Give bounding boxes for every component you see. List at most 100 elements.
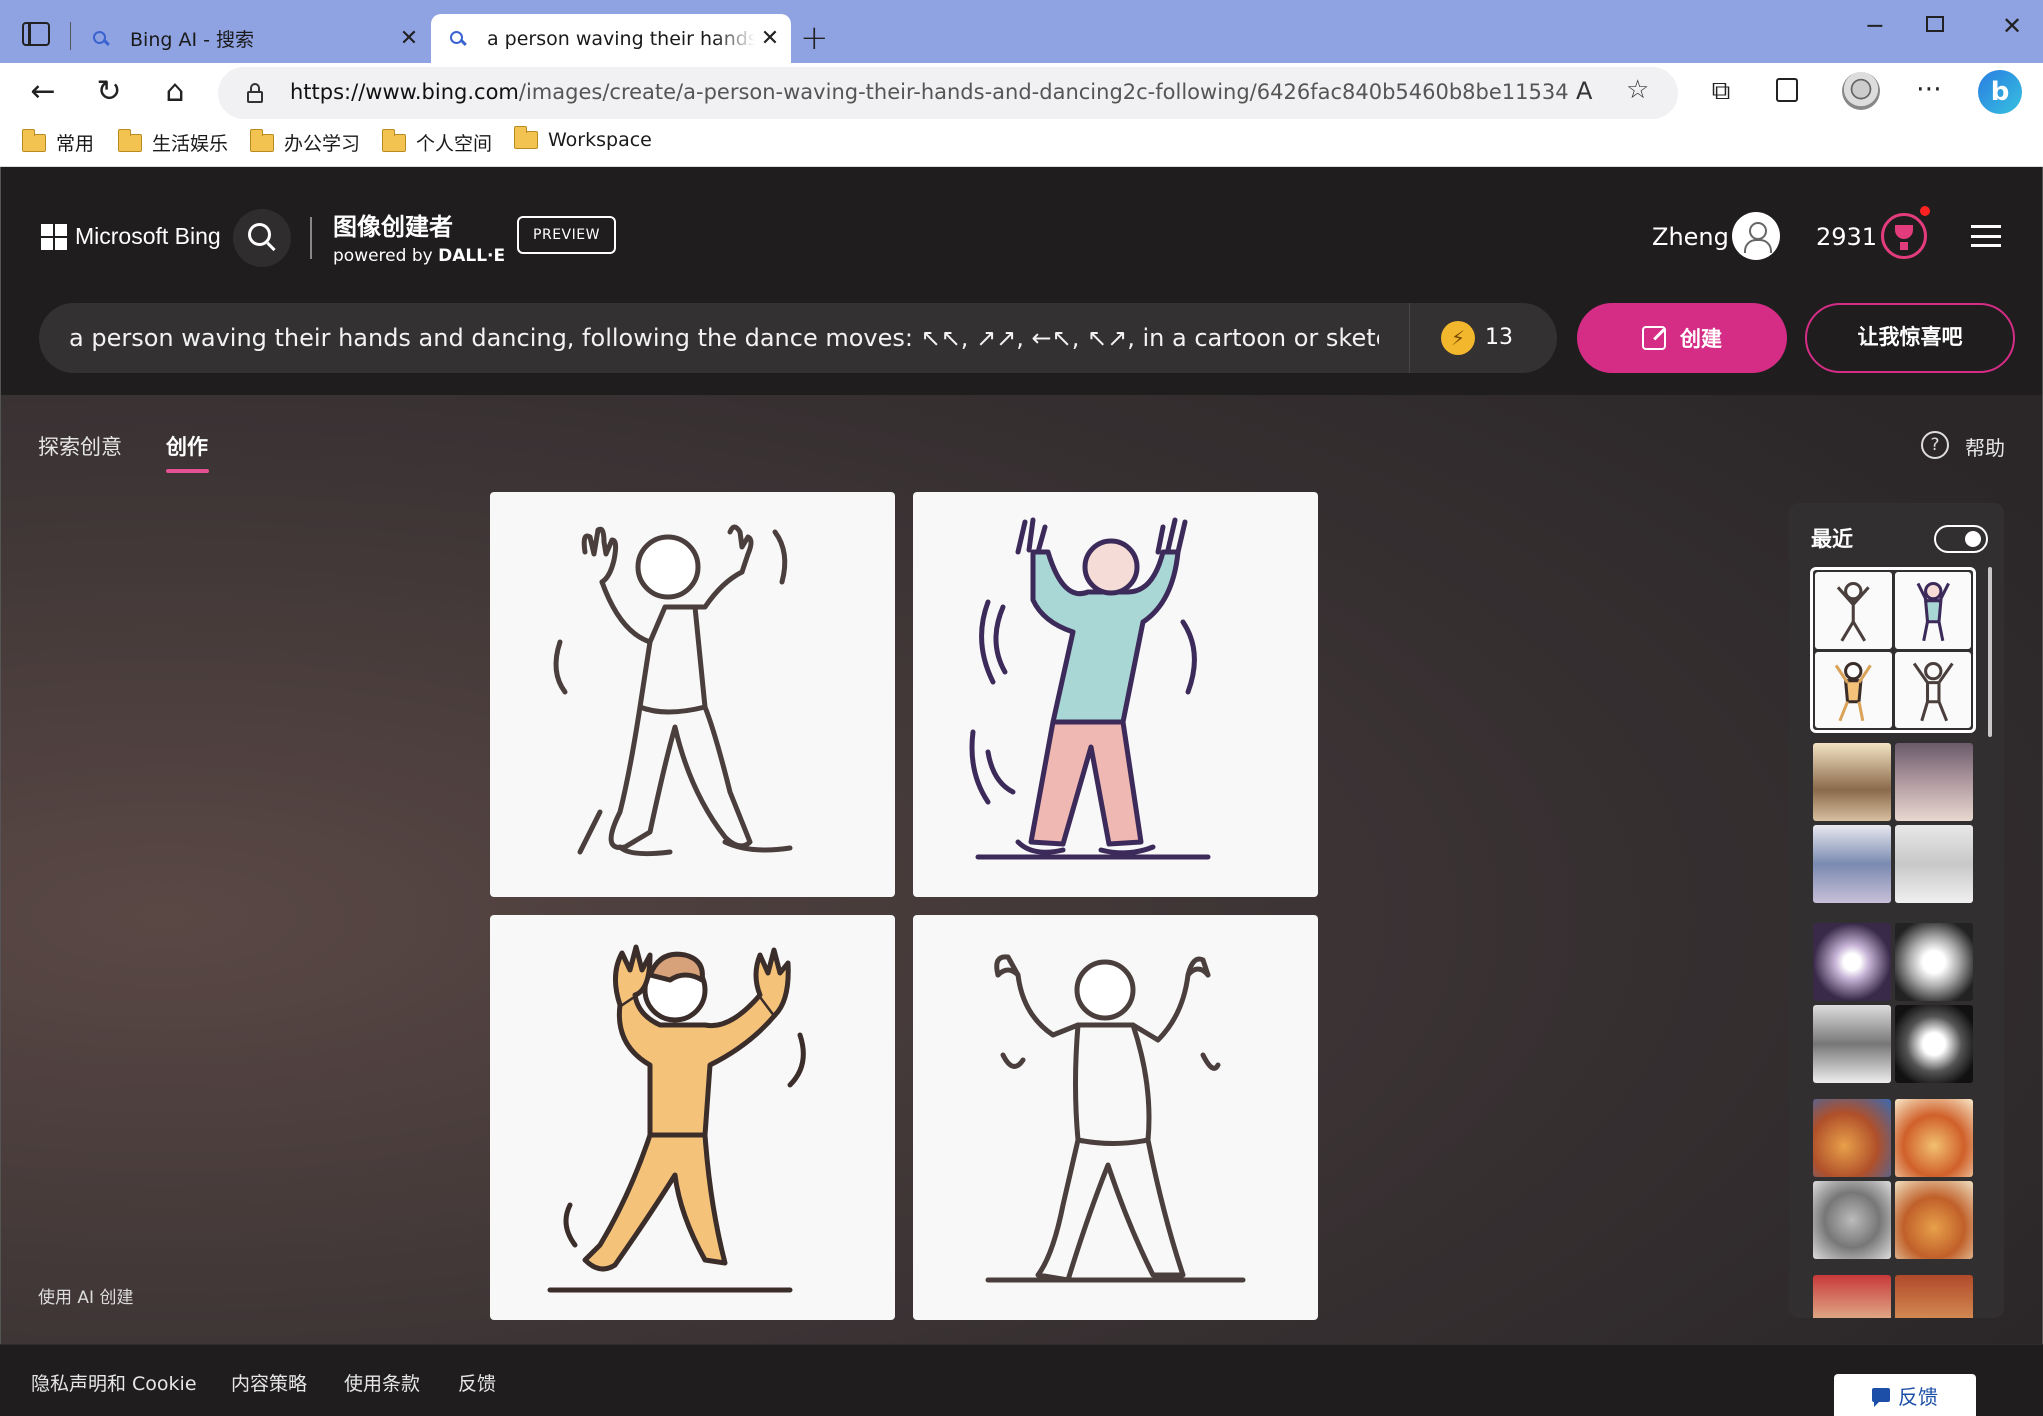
feedback-button[interactable]: 反馈	[1834, 1374, 1976, 1416]
recent-set-thanksgiving[interactable]	[1813, 1099, 1973, 1259]
folder-icon	[249, 128, 274, 152]
recent-title: 最近	[1811, 527, 1853, 551]
surprise-me-button[interactable]: 让我惊喜吧	[1805, 303, 2015, 373]
boost-lightning-icon: ⚡	[1441, 321, 1475, 355]
puzzle-icon[interactable]: ⧉	[1704, 76, 1738, 107]
reload-icon[interactable]: ↻	[91, 74, 127, 110]
boost-count: 13	[1485, 325, 1513, 350]
new-tab-button[interactable]: +	[800, 18, 829, 58]
recent-scrollbar[interactable]	[1988, 567, 1992, 737]
recent-toggle[interactable]	[1934, 525, 1988, 553]
tab-separator	[70, 22, 71, 50]
recent-thumb[interactable]	[1815, 651, 1892, 728]
feedback-link[interactable]: 反馈	[458, 1369, 496, 1396]
browser-tab-bar: Bing AI - 搜索 ✕ a person waving their han…	[0, 0, 2043, 63]
user-name[interactable]: Zheng	[1652, 223, 1729, 251]
bookmarks-bar: 常用 生活娱乐 办公学习 个人空间 Workspace	[0, 121, 2043, 167]
generated-image-1[interactable]	[490, 492, 895, 897]
split-screen-icon[interactable]	[1776, 78, 1798, 102]
recent-set-partial[interactable]	[1813, 1275, 1973, 1318]
generated-image-4[interactable]	[913, 915, 1318, 1320]
tab-actions-icon[interactable]	[22, 22, 50, 46]
help-icon[interactable]: ?	[1921, 431, 1949, 459]
recent-set-party[interactable]	[1813, 743, 1973, 903]
close-icon[interactable]: ✕	[394, 26, 424, 51]
product-subtitle: powered by DALL·E	[333, 246, 506, 266]
more-icon[interactable]: ⋯	[1912, 74, 1946, 104]
dancer-orange	[547, 944, 806, 1293]
lock-icon[interactable]	[246, 83, 264, 103]
rewards-points[interactable]: 2931	[1816, 223, 1877, 251]
recent-thumb[interactable]	[1813, 743, 1891, 821]
maximize-icon[interactable]	[1926, 16, 1944, 32]
generated-image-3[interactable]	[490, 915, 895, 1320]
user-avatar-icon[interactable]	[1732, 212, 1780, 260]
create-button[interactable]: 创建	[1577, 303, 1787, 373]
trophy-icon[interactable]	[1881, 213, 1927, 259]
privacy-link[interactable]: 隐私声明和 Cookie	[31, 1369, 197, 1396]
bookmark-folder[interactable]: 常用	[21, 128, 94, 156]
close-icon[interactable]: ✕	[755, 26, 785, 51]
tab-title: a person waving their hands and dancing,…	[487, 27, 755, 50]
prompt-divider	[1409, 303, 1410, 373]
bookmark-folder[interactable]: 个人空间	[381, 128, 492, 156]
prompt-box[interactable]: a person waving their hands and dancing,…	[39, 303, 1557, 373]
recent-thumb[interactable]	[1813, 1005, 1891, 1083]
tab-create[interactable]: 创作	[166, 431, 208, 461]
recent-thumb[interactable]	[1895, 1005, 1973, 1083]
recent-thumb[interactable]	[1815, 572, 1892, 649]
hamburger-menu-icon[interactable]	[1971, 225, 2001, 247]
recent-set-dancing[interactable]	[1810, 567, 1976, 733]
prompt-input[interactable]: a person waving their hands and dancing,…	[69, 324, 1379, 352]
home-icon[interactable]: ⌂	[157, 74, 193, 110]
recent-thumb[interactable]	[1894, 651, 1971, 728]
search-icon	[90, 28, 112, 50]
tab-bing-ai[interactable]: Bing AI - 搜索 ✕	[80, 14, 430, 63]
help-link[interactable]: 帮助	[1965, 432, 2005, 461]
recent-thumb[interactable]	[1895, 743, 1973, 821]
read-aloud-icon[interactable]: A	[1576, 77, 1592, 105]
address-bar[interactable]: https://www.bing.com/images/create/a-per…	[218, 67, 1678, 119]
recent-thumb[interactable]	[1895, 1275, 1973, 1318]
bookmark-folder[interactable]: 生活娱乐	[117, 128, 228, 156]
recent-thumb[interactable]	[1894, 572, 1971, 649]
tab-image-creator[interactable]: a person waving their hands and dancing,…	[431, 14, 791, 63]
terms-link[interactable]: 使用条款	[344, 1369, 420, 1396]
recent-thumb[interactable]	[1895, 1099, 1973, 1177]
minimize-icon[interactable]: ─	[1860, 12, 1890, 40]
back-icon[interactable]: ←	[25, 74, 61, 110]
bookmark-folder[interactable]: Workspace	[513, 126, 652, 151]
dancer-outline	[985, 954, 1246, 1283]
folder-icon	[21, 128, 46, 152]
microsoft-bing-logo[interactable]: Microsoft Bing	[41, 223, 221, 250]
ai-generated-note: 使用 AI 创建	[38, 1288, 134, 1308]
folder-icon	[513, 126, 538, 149]
header-divider	[310, 217, 312, 259]
chat-bubble-icon	[1872, 1388, 1890, 1407]
image-creator-page: Microsoft Bing 图像创建者 powered by DALL·E P…	[0, 167, 2043, 1416]
recent-thumb[interactable]	[1813, 1275, 1891, 1318]
recent-thumb[interactable]	[1813, 923, 1891, 1001]
recent-thumb[interactable]	[1895, 1181, 1973, 1259]
search-icon[interactable]	[233, 209, 291, 267]
content-policy-link[interactable]: 内容策略	[231, 1369, 307, 1396]
recent-set-doorway[interactable]	[1813, 923, 1973, 1083]
bookmark-folder[interactable]: 办公学习	[249, 128, 360, 156]
bing-copilot-icon[interactable]: b	[1978, 70, 2022, 114]
brand-name: Microsoft Bing	[75, 223, 221, 249]
url-text[interactable]: https://www.bing.com/images/create/a-per…	[290, 80, 1570, 104]
recent-thumb[interactable]	[1813, 1099, 1891, 1177]
add-favorite-icon[interactable]: ☆	[1626, 75, 1649, 105]
recent-thumb[interactable]	[1895, 825, 1973, 903]
image-create-icon	[1642, 326, 1666, 350]
tab-explore[interactable]: 探索创意	[38, 431, 122, 461]
profile-avatar[interactable]	[1842, 72, 1880, 110]
recent-thumb[interactable]	[1813, 825, 1891, 903]
tab-title: Bing AI - 搜索	[130, 29, 254, 51]
generated-image-2[interactable]	[913, 492, 1318, 897]
window-close-icon[interactable]: ✕	[1997, 12, 2027, 40]
recent-thumb[interactable]	[1813, 1181, 1891, 1259]
product-title-block[interactable]: 图像创建者 powered by DALL·E	[333, 207, 505, 266]
preview-badge: PREVIEW	[517, 216, 616, 254]
recent-thumb[interactable]	[1895, 923, 1973, 1001]
